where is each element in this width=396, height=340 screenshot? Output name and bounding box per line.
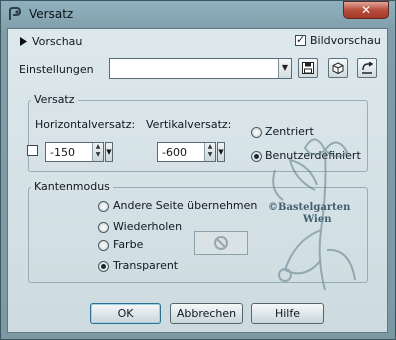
horizontal-offset-label: Horizontalversatz: bbox=[35, 118, 136, 131]
chevron-down-icon[interactable]: ▼ bbox=[278, 59, 291, 78]
close-icon: ✕ bbox=[360, 3, 372, 17]
horizontal-dropdown-arrow[interactable]: ▼ bbox=[105, 142, 113, 162]
cancel-button[interactable]: Abbrechen bbox=[170, 303, 243, 324]
edge-option-radio[interactable] bbox=[98, 261, 109, 272]
edge-option-radio[interactable] bbox=[98, 240, 109, 251]
bildvorschau-checkbox[interactable] bbox=[295, 33, 306, 46]
edge-mode-group-title: Kantenmodus bbox=[31, 180, 113, 193]
cube-icon bbox=[332, 62, 344, 74]
close-button[interactable]: ✕ bbox=[343, 1, 389, 19]
save-preset-button[interactable] bbox=[298, 58, 318, 78]
horizontal-spin-arrows[interactable]: ▲ ▼ bbox=[92, 143, 103, 161]
edge-option-radio[interactable] bbox=[98, 222, 109, 233]
no-entry-icon bbox=[214, 236, 228, 250]
reset-arrow-icon bbox=[362, 62, 374, 74]
settings-label: Einstellungen bbox=[19, 63, 94, 76]
settings-combo[interactable]: ▼ bbox=[109, 58, 292, 79]
bildvorschau-label: Bildvorschau bbox=[310, 34, 381, 47]
vertical-spin-arrows[interactable]: ▲ ▼ bbox=[204, 143, 215, 161]
preview-toggle-label: Vorschau bbox=[32, 35, 83, 48]
title-bar[interactable]: Versatz bbox=[1, 1, 393, 27]
window-title: Versatz bbox=[29, 7, 74, 21]
horizontal-offset-input[interactable]: -150 ▲ ▼ bbox=[45, 142, 104, 162]
edge-option-wiederholen: Wiederholen bbox=[113, 220, 183, 233]
watermark-line2: Wien bbox=[303, 214, 332, 225]
app-icon bbox=[9, 7, 22, 20]
vertical-offset-input[interactable]: -600 ▲ ▼ bbox=[157, 142, 216, 162]
color-swatch[interactable] bbox=[194, 231, 248, 255]
ok-button[interactable]: OK bbox=[90, 303, 161, 324]
edge-option-transparent: Transparent bbox=[113, 259, 179, 272]
watermark-line1: ©Bastelgarten bbox=[268, 202, 351, 213]
vertical-offset-label: Vertikalversatz: bbox=[146, 118, 232, 131]
resource-manager-button[interactable] bbox=[328, 58, 348, 78]
vertical-offset-value: -600 bbox=[162, 146, 187, 159]
edge-option-farbe: Farbe bbox=[113, 238, 144, 251]
help-button[interactable]: Hilfe bbox=[251, 303, 324, 324]
horizontal-offset-value: -150 bbox=[50, 146, 75, 159]
link-offset-checkbox[interactable] bbox=[27, 145, 38, 156]
reset-defaults-button[interactable] bbox=[357, 58, 377, 78]
edge-option-andere-seite: Andere Seite übernehmen bbox=[113, 199, 258, 212]
edge-option-radio[interactable] bbox=[98, 201, 109, 212]
triangle-right-icon bbox=[20, 37, 27, 46]
floppy-disk-icon bbox=[302, 62, 314, 74]
vertical-dropdown-arrow[interactable]: ▼ bbox=[217, 142, 225, 162]
offset-group-title: Versatz bbox=[31, 93, 78, 106]
